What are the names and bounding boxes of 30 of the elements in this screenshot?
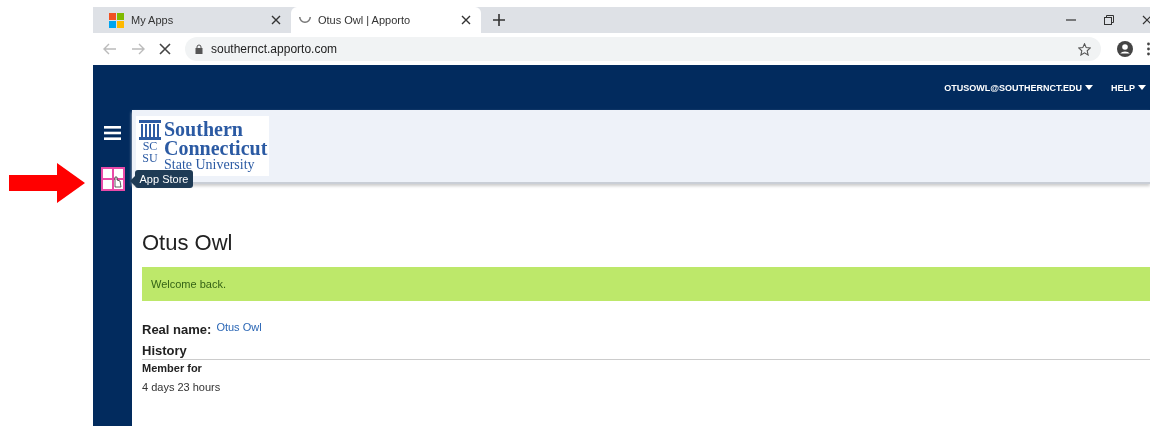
page-title: Otus Owl [142, 230, 234, 256]
loading-icon [299, 16, 311, 24]
field-label: Member for [142, 362, 203, 374]
caret-icon [1138, 85, 1146, 90]
star-icon[interactable] [1078, 42, 1091, 56]
account-menu[interactable]: HELP [1111, 82, 1146, 93]
menu-icon[interactable] [104, 126, 121, 140]
browser-tab[interactable]: Otus Owl | Apporto [291, 7, 481, 33]
field-value: 4 days 23 hours [142, 381, 222, 393]
close-icon[interactable] [461, 15, 471, 25]
section-heading: History [142, 343, 1150, 360]
tiles-icon [109, 12, 124, 28]
caret-icon [1085, 85, 1093, 90]
address-bar[interactable]: southernct.apporto.com [185, 37, 1101, 61]
plus-icon[interactable] [493, 14, 505, 26]
profile-icon[interactable] [1117, 41, 1133, 57]
close-icon[interactable] [271, 15, 281, 25]
app-store-icon[interactable] [100, 167, 125, 191]
stop-icon[interactable] [159, 43, 171, 55]
field-label: Real name: [142, 322, 212, 337]
arrow-icon [9, 163, 85, 203]
more-icon[interactable] [1147, 42, 1150, 56]
restore-icon[interactable] [1104, 15, 1114, 25]
browser-tab[interactable]: My Apps [101, 7, 291, 33]
lock-icon [195, 44, 203, 54]
column-icon [139, 120, 161, 140]
close-icon[interactable] [1142, 15, 1150, 25]
status-message: Welcome back. [142, 267, 1150, 301]
name-link[interactable]: Otus Owl [216, 321, 262, 333]
account-menu[interactable]: OTUSOWL@SOUTHERNCT.EDU [944, 82, 1093, 93]
